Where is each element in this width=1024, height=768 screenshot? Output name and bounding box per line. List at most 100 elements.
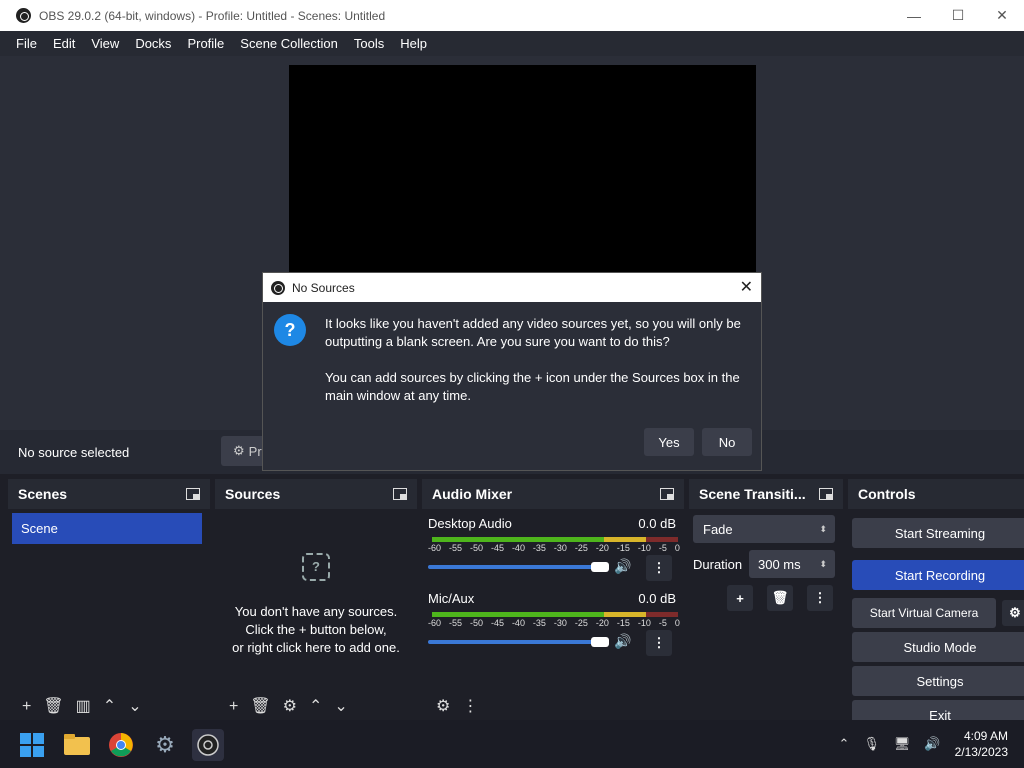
minimize-button[interactable]: — <box>892 0 936 31</box>
menu-tools[interactable]: Tools <box>346 36 392 51</box>
spinner-icon[interactable]: ⬍ <box>819 559 827 570</box>
obs-taskbar-icon[interactable] <box>192 729 224 761</box>
channel-name: Desktop Audio <box>428 516 512 531</box>
scene-list-item[interactable]: Scene <box>12 513 202 544</box>
settings-button[interactable]: Settings <box>852 666 1024 696</box>
channel-name: Mic/Aux <box>428 591 475 606</box>
menu-help[interactable]: Help <box>392 36 435 51</box>
volume-meter <box>432 612 678 617</box>
gear-icon[interactable]: ⚙ <box>1002 600 1024 626</box>
remove-source-icon[interactable]: 🗑 <box>250 699 270 715</box>
channel-menu-icon[interactable]: ⋮ <box>646 630 672 656</box>
scenes-dock: Scenes Scene + 🗑 ▥ ⌃ ⌄ <box>8 479 210 720</box>
remove-transition-icon[interactable]: 🗑 <box>767 585 793 611</box>
scene-filter-icon[interactable]: ▥ <box>76 699 91 715</box>
maximize-button[interactable]: ☐ <box>936 0 980 31</box>
menu-view[interactable]: View <box>83 36 127 51</box>
chevron-up-icon[interactable]: ⌃ <box>838 736 849 752</box>
undock-icon[interactable] <box>186 488 200 500</box>
volume-icon[interactable]: 🔊 <box>924 736 940 752</box>
move-up-icon[interactable]: ⌃ <box>309 699 322 715</box>
start-icon[interactable] <box>16 729 48 761</box>
studio-mode-button[interactable]: Studio Mode <box>852 632 1024 662</box>
move-down-icon[interactable]: ⌄ <box>128 699 141 715</box>
move-down-icon[interactable]: ⌄ <box>334 699 347 715</box>
dialog-message: It looks like you haven't added any vide… <box>325 316 741 349</box>
controls-title: Controls <box>858 486 916 502</box>
no-source-label: No source selected <box>18 444 130 460</box>
duration-label: Duration <box>693 557 743 572</box>
properties-label: Pr <box>248 443 262 459</box>
meter-ticks: -60 -55 -50 -45 -40 -35 -30 -25 -20 -15 -10 -5 0 <box>428 618 680 628</box>
title-bar: OBS 29.0.2 (64-bit, windows) - Profile: … <box>0 0 1024 31</box>
empty-line-3: or right click here to add one. <box>232 640 400 655</box>
audio-mixer-dock: Audio Mixer Desktop Audio 0.0 dB -60 -55-… <box>422 479 684 720</box>
clock[interactable]: 4:09 AM 2/13/2023 <box>955 728 1008 760</box>
dialog-hint: You can add sources by clicking the + ic… <box>325 370 740 403</box>
volume-meter <box>432 537 678 542</box>
mixer-title: Audio Mixer <box>432 486 513 502</box>
duration-field[interactable]: 300 ms ⬍ <box>749 550 835 578</box>
add-transition-icon[interactable]: + <box>727 585 753 611</box>
transition-select[interactable]: Fade ⬍ <box>693 515 835 543</box>
empty-line-2: Click the + button below, <box>245 622 387 637</box>
empty-line-1: You don't have any sources. <box>234 604 398 619</box>
start-streaming-button[interactable]: Start Streaming <box>852 518 1024 548</box>
meter-ticks: -60 -55 -50 -45 -40 -35 -30 -25 -20 -15 -10 -5 0 <box>428 543 680 553</box>
add-scene-icon[interactable]: + <box>22 699 31 715</box>
start-virtual-camera-button[interactable]: Start Virtual Camera <box>852 598 996 628</box>
speaker-icon[interactable]: 🔊 <box>614 633 631 650</box>
spinner-icon: ⬍ <box>819 523 827 534</box>
undock-icon[interactable] <box>819 488 833 500</box>
undock-icon[interactable] <box>660 488 674 500</box>
add-source-icon[interactable]: + <box>229 699 238 715</box>
menu-scene-collection[interactable]: Scene Collection <box>232 36 346 51</box>
menu-file[interactable]: File <box>8 36 45 51</box>
scene-transitions-dock: Scene Transiti... Fade ⬍ Duration 300 ms… <box>689 479 843 720</box>
network-icon[interactable]: 🖥 <box>894 736 911 752</box>
mixer-menu-icon[interactable]: ⋮ <box>462 699 478 715</box>
menu-edit[interactable]: Edit <box>45 36 83 51</box>
transition-menu-icon[interactable]: ⋮ <box>807 585 833 611</box>
channel-db: 0.0 dB <box>638 591 676 606</box>
obs-logo-icon <box>271 280 285 295</box>
volume-slider[interactable] <box>428 640 604 644</box>
window-title: OBS 29.0.2 (64-bit, windows) - Profile: … <box>39 8 386 23</box>
clock-time: 4:09 AM <box>963 729 1008 743</box>
speaker-icon[interactable]: 🔊 <box>614 558 631 575</box>
volume-slider[interactable] <box>428 565 604 569</box>
file-explorer-icon[interactable] <box>61 729 93 761</box>
sources-list[interactable]: ? You don't have any sources. Click the … <box>215 509 417 720</box>
undock-icon[interactable] <box>393 488 407 500</box>
volume-slider-handle[interactable] <box>591 562 609 572</box>
settings-app-icon[interactable]: ⚙ <box>149 729 181 761</box>
channel-menu-icon[interactable]: ⋮ <box>646 555 672 581</box>
move-up-icon[interactable]: ⌃ <box>103 699 116 715</box>
no-button[interactable]: No <box>702 428 752 456</box>
clock-date: 2/13/2023 <box>954 745 1008 759</box>
remove-scene-icon[interactable]: 🗑 <box>43 699 63 715</box>
menu-profile[interactable]: Profile <box>179 36 232 51</box>
yes-button[interactable]: Yes <box>644 428 694 456</box>
dialog-title: No Sources <box>292 280 355 295</box>
sources-title: Sources <box>225 486 281 502</box>
volume-slider-handle[interactable] <box>591 637 609 647</box>
close-button[interactable]: ✕ <box>980 0 1024 31</box>
menu-bar: File Edit View Docks Profile Scene Colle… <box>0 31 1024 56</box>
sources-dock: Sources ? You don't have any sources. Cl… <box>215 479 417 720</box>
menu-docks[interactable]: Docks <box>127 36 179 51</box>
no-sources-dialog: No Sources ✕ ? It looks like you haven't… <box>262 272 762 471</box>
transition-type: Fade <box>703 521 733 537</box>
microphone-icon[interactable]: 🎙 <box>863 736 880 752</box>
start-recording-button[interactable]: Start Recording <box>852 560 1024 590</box>
advanced-audio-icon[interactable]: ⚙ <box>436 699 450 715</box>
source-properties-icon[interactable]: ⚙ <box>283 699 297 715</box>
taskbar: ⚙ ⌃ 🎙 🖥 🔊 4:09 AM 2/13/2023 <box>0 720 1024 768</box>
chrome-icon[interactable] <box>105 729 137 761</box>
controls-dock: Controls Start Streaming Start Recording… <box>848 479 1024 730</box>
question-icon: ? <box>302 553 330 581</box>
scenes-title: Scenes <box>18 486 68 502</box>
channel-db: 0.0 dB <box>638 516 676 531</box>
dialog-close-button[interactable]: ✕ <box>740 277 753 297</box>
duration-value: 300 ms <box>758 556 801 572</box>
